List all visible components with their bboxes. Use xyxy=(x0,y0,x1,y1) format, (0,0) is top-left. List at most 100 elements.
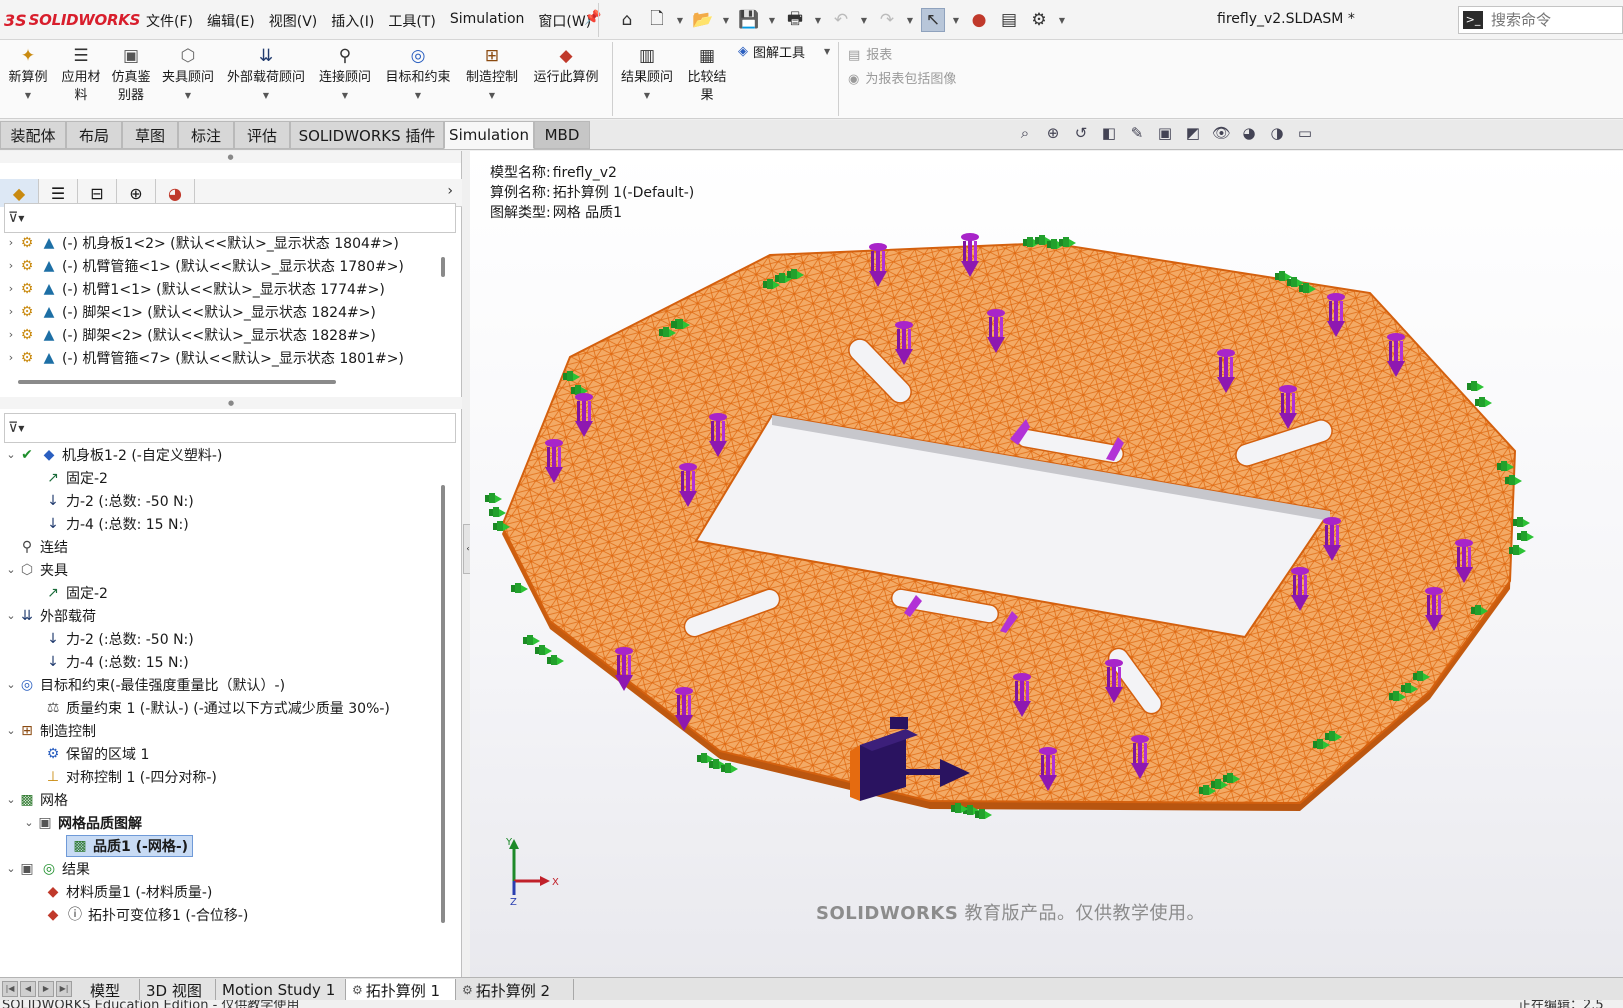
tab-motion-study[interactable]: Motion Study 1 xyxy=(216,979,346,1001)
compare-results-button[interactable]: ▦ 比较结果 xyxy=(682,42,732,105)
chevron-down-icon[interactable]: ▼ xyxy=(185,87,191,105)
load-advisor-button[interactable]: ⇊ 外部载荷顾问 ▼ xyxy=(222,42,310,105)
chevron-down-icon[interactable]: ▼ xyxy=(263,87,269,105)
previous-view-icon[interactable]: ↺ xyxy=(1072,124,1090,142)
select-cursor-icon[interactable]: ↖ xyxy=(921,8,945,32)
tree-item[interactable]: › ⚙ ▲ (-) 脚架<2> (默认<<默认>_显示状态 1828#>) xyxy=(4,323,376,346)
mesh-node[interactable]: ⌄ ▩ 网格 xyxy=(4,788,68,811)
fixtures-item[interactable]: ↗ 固定-2 xyxy=(44,581,108,604)
new-document-icon[interactable]: 🗋 xyxy=(645,8,669,32)
tab-topology-study-2[interactable]: ⚙ 拓扑算例 2 xyxy=(456,979,574,1001)
chevron-down-icon[interactable]: ▼ xyxy=(489,87,495,105)
expand-arrow-icon[interactable]: › xyxy=(4,236,18,249)
save-icon[interactable]: 💾 xyxy=(737,8,761,32)
graphics-area[interactable]: 模型名称: firefly_v2 算例名称: 拓扑算例 1(-Default-)… xyxy=(470,151,1623,977)
apply-material-button[interactable]: ☰ 应用材料 xyxy=(58,42,104,105)
tree-item[interactable]: › ⚙ ▲ (-) 机臂管箍<1> (默认<<默认>_显示状态 1780#>) xyxy=(4,254,404,277)
expand-arrow-icon[interactable]: › xyxy=(4,282,18,295)
fixtures-node[interactable]: ⌄ ⬡ 夹具 xyxy=(4,558,68,581)
panel-splitter[interactable]: ● xyxy=(0,151,461,163)
chevron-down-icon[interactable]: ▼ xyxy=(644,87,650,105)
study-part[interactable]: ⌄ ✔ ◆ 机身板1-2 (-自定义塑料-) xyxy=(4,443,222,466)
external-loads-node[interactable]: ⌄ ⇊ 外部载荷 xyxy=(4,604,96,627)
expand-arrow-icon[interactable]: › xyxy=(4,328,18,341)
collapse-arrow-icon[interactable]: ⌄ xyxy=(4,862,18,875)
tree-item[interactable]: › ⚙ ▲ (-) 机身板1<2> (默认<<默认>_显示状态 1804#>) xyxy=(4,231,399,254)
previous-tab-icon[interactable]: ◀ xyxy=(20,981,36,997)
feature-filter[interactable]: ⊽ ▼ xyxy=(4,203,456,233)
menu-file[interactable]: 文件(F) xyxy=(146,11,193,31)
appearance-icon[interactable]: ◕ xyxy=(1240,124,1258,142)
study-part-force-b[interactable]: ↓ 力-4 (:总数: 15 N:) xyxy=(44,512,189,535)
upper-vertical-scrollbar[interactable] xyxy=(441,257,445,277)
upper-horizontal-scrollbar[interactable] xyxy=(18,380,336,384)
tab-model[interactable]: 模型 xyxy=(84,979,140,1001)
chevron-down-icon[interactable]: ▼ xyxy=(813,16,823,25)
collapse-arrow-icon[interactable]: ⌄ xyxy=(4,609,18,622)
tab-sketch[interactable]: 草图 xyxy=(122,121,178,149)
home-icon[interactable]: ⌂ xyxy=(615,8,639,32)
connections-node[interactable]: ⚲ 连结 xyxy=(18,535,68,558)
results-advisor-button[interactable]: ▥ 结果顾问 ▼ xyxy=(616,42,678,105)
chevron-down-icon[interactable]: ▼ xyxy=(25,87,31,105)
traffic-light-icon[interactable]: ● xyxy=(967,8,991,32)
menu-view[interactable]: 视图(V) xyxy=(269,11,318,31)
open-folder-icon[interactable]: 📂 xyxy=(691,8,715,32)
collapse-arrow-icon[interactable]: ⌄ xyxy=(4,563,18,576)
tab-simulation[interactable]: Simulation xyxy=(444,121,534,149)
scene-icon[interactable]: ◑ xyxy=(1268,124,1286,142)
collapse-arrow-icon[interactable]: ⌄ xyxy=(4,724,18,737)
include-images-button[interactable]: ◉ 为报表包括图像 xyxy=(848,68,956,92)
chevron-down-icon[interactable]: ▼ xyxy=(1057,16,1067,25)
view-orientation-icon[interactable]: ▣ xyxy=(1156,124,1174,142)
section-view-icon[interactable]: ◧ xyxy=(1100,124,1118,142)
search-input[interactable] xyxy=(1491,11,1611,29)
external-load-a[interactable]: ↓ 力-2 (:总数: -50 N:) xyxy=(44,627,194,650)
gear-icon[interactable]: ⚙ xyxy=(1027,8,1051,32)
manufacturing-node[interactable]: ⌄ ⊞ 制造控制 xyxy=(4,719,96,742)
zoom-area-icon[interactable]: ⊕ xyxy=(1044,124,1062,142)
preserved-region-item[interactable]: ⚙ 保留的区域 1 xyxy=(44,742,150,765)
command-search[interactable]: >_ xyxy=(1458,6,1623,34)
tree-item[interactable]: › ⚙ ▲ (-) 机臂管箍<7> (默认<<默认>_显示状态 1801#>) xyxy=(4,346,404,369)
fixture-advisor-button[interactable]: ⬡ 夹具顾问 ▼ xyxy=(158,42,218,105)
selected-item[interactable]: ▩ 品质1 (-网格-) xyxy=(66,834,194,857)
chevron-down-icon[interactable]: ▼ xyxy=(342,87,348,105)
expand-arrow-icon[interactable]: › xyxy=(4,305,18,318)
expand-arrow-icon[interactable]: › xyxy=(4,351,18,364)
first-tab-icon[interactable]: |◀ xyxy=(2,981,18,997)
reference-triad[interactable]: Y X Z xyxy=(492,835,562,905)
mesh-model-view[interactable] xyxy=(470,151,1623,977)
menu-insert[interactable]: 插入(I) xyxy=(331,11,374,31)
new-study-button[interactable]: ✦ 新算例 ▼ xyxy=(4,42,52,105)
run-study-button[interactable]: ◆ 运行此算例 xyxy=(528,42,604,87)
redo-icon[interactable]: ↷ xyxy=(875,8,899,32)
chevron-down-icon[interactable]: ▼ xyxy=(675,16,685,25)
tree-item[interactable]: › ⚙ ▲ (-) 脚架<1> (默认<<默认>_显示状态 1824#>) xyxy=(4,300,376,323)
collapse-arrow-icon[interactable]: ⌄ xyxy=(4,678,18,691)
results-mass-item[interactable]: ◆ 材料质量1 (-材料质量-) xyxy=(44,880,213,903)
chevron-down-icon[interactable]: ▼ xyxy=(415,87,421,105)
collapse-arrow-icon[interactable]: ⌄ xyxy=(22,816,36,829)
tab-layout[interactable]: 布局 xyxy=(66,121,122,149)
tab-mbd[interactable]: MBD xyxy=(534,121,590,149)
mesh-plot-folder[interactable]: ⌄ ▣ 网格品质图解 xyxy=(22,811,142,834)
chevron-down-icon[interactable]: ▼ xyxy=(905,16,915,25)
results-displacement-item[interactable]: ◆ ⓘ 拓扑可变位移1 (-合位移-) xyxy=(44,903,249,926)
goals-node[interactable]: ⌄ ◎ 目标和约束(-最佳强度重量比（默认）-) xyxy=(4,673,285,696)
study-part-fixture[interactable]: ↗ 固定-2 xyxy=(44,466,108,489)
mass-constraint-item[interactable]: ⚖ 质量约束 1 (-默认-) (-通过以下方式减少质量 30%-) xyxy=(44,696,390,719)
study-filter[interactable]: ⊽ ▼ xyxy=(4,413,456,443)
symmetry-control-item[interactable]: ⊥ 对称控制 1 (-四分对称-) xyxy=(44,765,217,788)
chevron-down-icon[interactable]: ▼ xyxy=(767,16,777,25)
solidworks-logo[interactable]: 3S SOLIDWORKS xyxy=(4,9,140,31)
connection-advisor-button[interactable]: ⚲ 连接顾问 ▼ xyxy=(314,42,376,105)
results-node[interactable]: ⌄ ▣ ◎ 结果 xyxy=(4,857,90,880)
chevron-down-icon[interactable]: ▼ xyxy=(721,16,731,25)
view-settings-icon[interactable]: ▭ xyxy=(1296,124,1314,142)
external-load-b[interactable]: ↓ 力-4 (:总数: 15 N:) xyxy=(44,650,189,673)
last-tab-icon[interactable]: ▶| xyxy=(56,981,72,997)
collapse-arrow-icon[interactable]: ⌄ xyxy=(4,793,18,806)
panel-splitter[interactable]: ● xyxy=(0,397,462,409)
tab-markup[interactable]: 标注 xyxy=(178,121,234,149)
